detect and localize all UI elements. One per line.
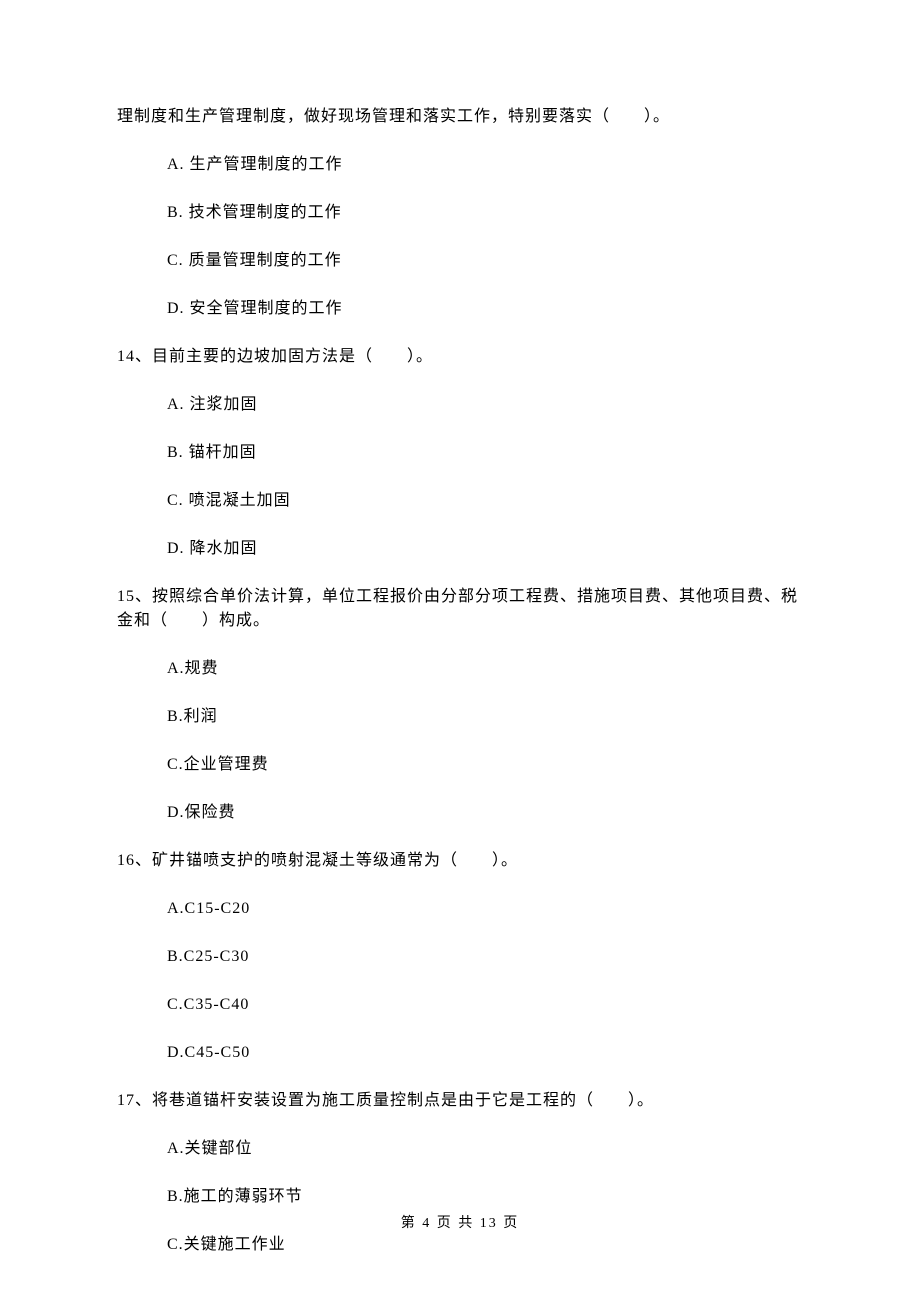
q15-option-a: A.规费 bbox=[117, 657, 803, 681]
question-13-continuation: 理制度和生产管理制度，做好现场管理和落实工作，特别要落实（ ）。 bbox=[117, 105, 803, 129]
q13-option-a: A. 生产管理制度的工作 bbox=[117, 153, 803, 177]
q13-option-d: D. 安全管理制度的工作 bbox=[117, 297, 803, 321]
page-content: 理制度和生产管理制度，做好现场管理和落实工作，特别要落实（ ）。 A. 生产管理… bbox=[0, 0, 920, 1257]
q14-option-b: B. 锚杆加固 bbox=[117, 441, 803, 465]
q17-option-b: B.施工的薄弱环节 bbox=[117, 1185, 803, 1209]
question-14: 14、目前主要的边坡加固方法是（ ）。 bbox=[117, 345, 803, 369]
q17-option-c: C.关键施工作业 bbox=[117, 1233, 803, 1257]
question-15: 15、按照综合单价法计算，单位工程报价由分部分项工程费、措施项目费、其他项目费、… bbox=[117, 585, 803, 633]
q16-option-b: B.C25-C30 bbox=[117, 945, 803, 969]
q15-option-d: D.保险费 bbox=[117, 801, 803, 825]
q14-option-c: C. 喷混凝土加固 bbox=[117, 489, 803, 513]
q14-option-a: A. 注浆加固 bbox=[117, 393, 803, 417]
q15-option-c: C.企业管理费 bbox=[117, 753, 803, 777]
page-footer: 第 4 页 共 13 页 bbox=[0, 1213, 920, 1234]
q17-option-a: A.关键部位 bbox=[117, 1137, 803, 1161]
q13-option-b: B. 技术管理制度的工作 bbox=[117, 201, 803, 225]
q16-option-a: A.C15-C20 bbox=[117, 897, 803, 921]
question-17: 17、将巷道锚杆安装设置为施工质量控制点是由于它是工程的（ ）。 bbox=[117, 1089, 803, 1113]
q16-option-d: D.C45-C50 bbox=[117, 1041, 803, 1065]
question-16: 16、矿井锚喷支护的喷射混凝土等级通常为（ ）。 bbox=[117, 849, 803, 873]
q16-option-c: C.C35-C40 bbox=[117, 993, 803, 1017]
q13-option-c: C. 质量管理制度的工作 bbox=[117, 249, 803, 273]
q15-option-b: B.利润 bbox=[117, 705, 803, 729]
q14-option-d: D. 降水加固 bbox=[117, 537, 803, 561]
